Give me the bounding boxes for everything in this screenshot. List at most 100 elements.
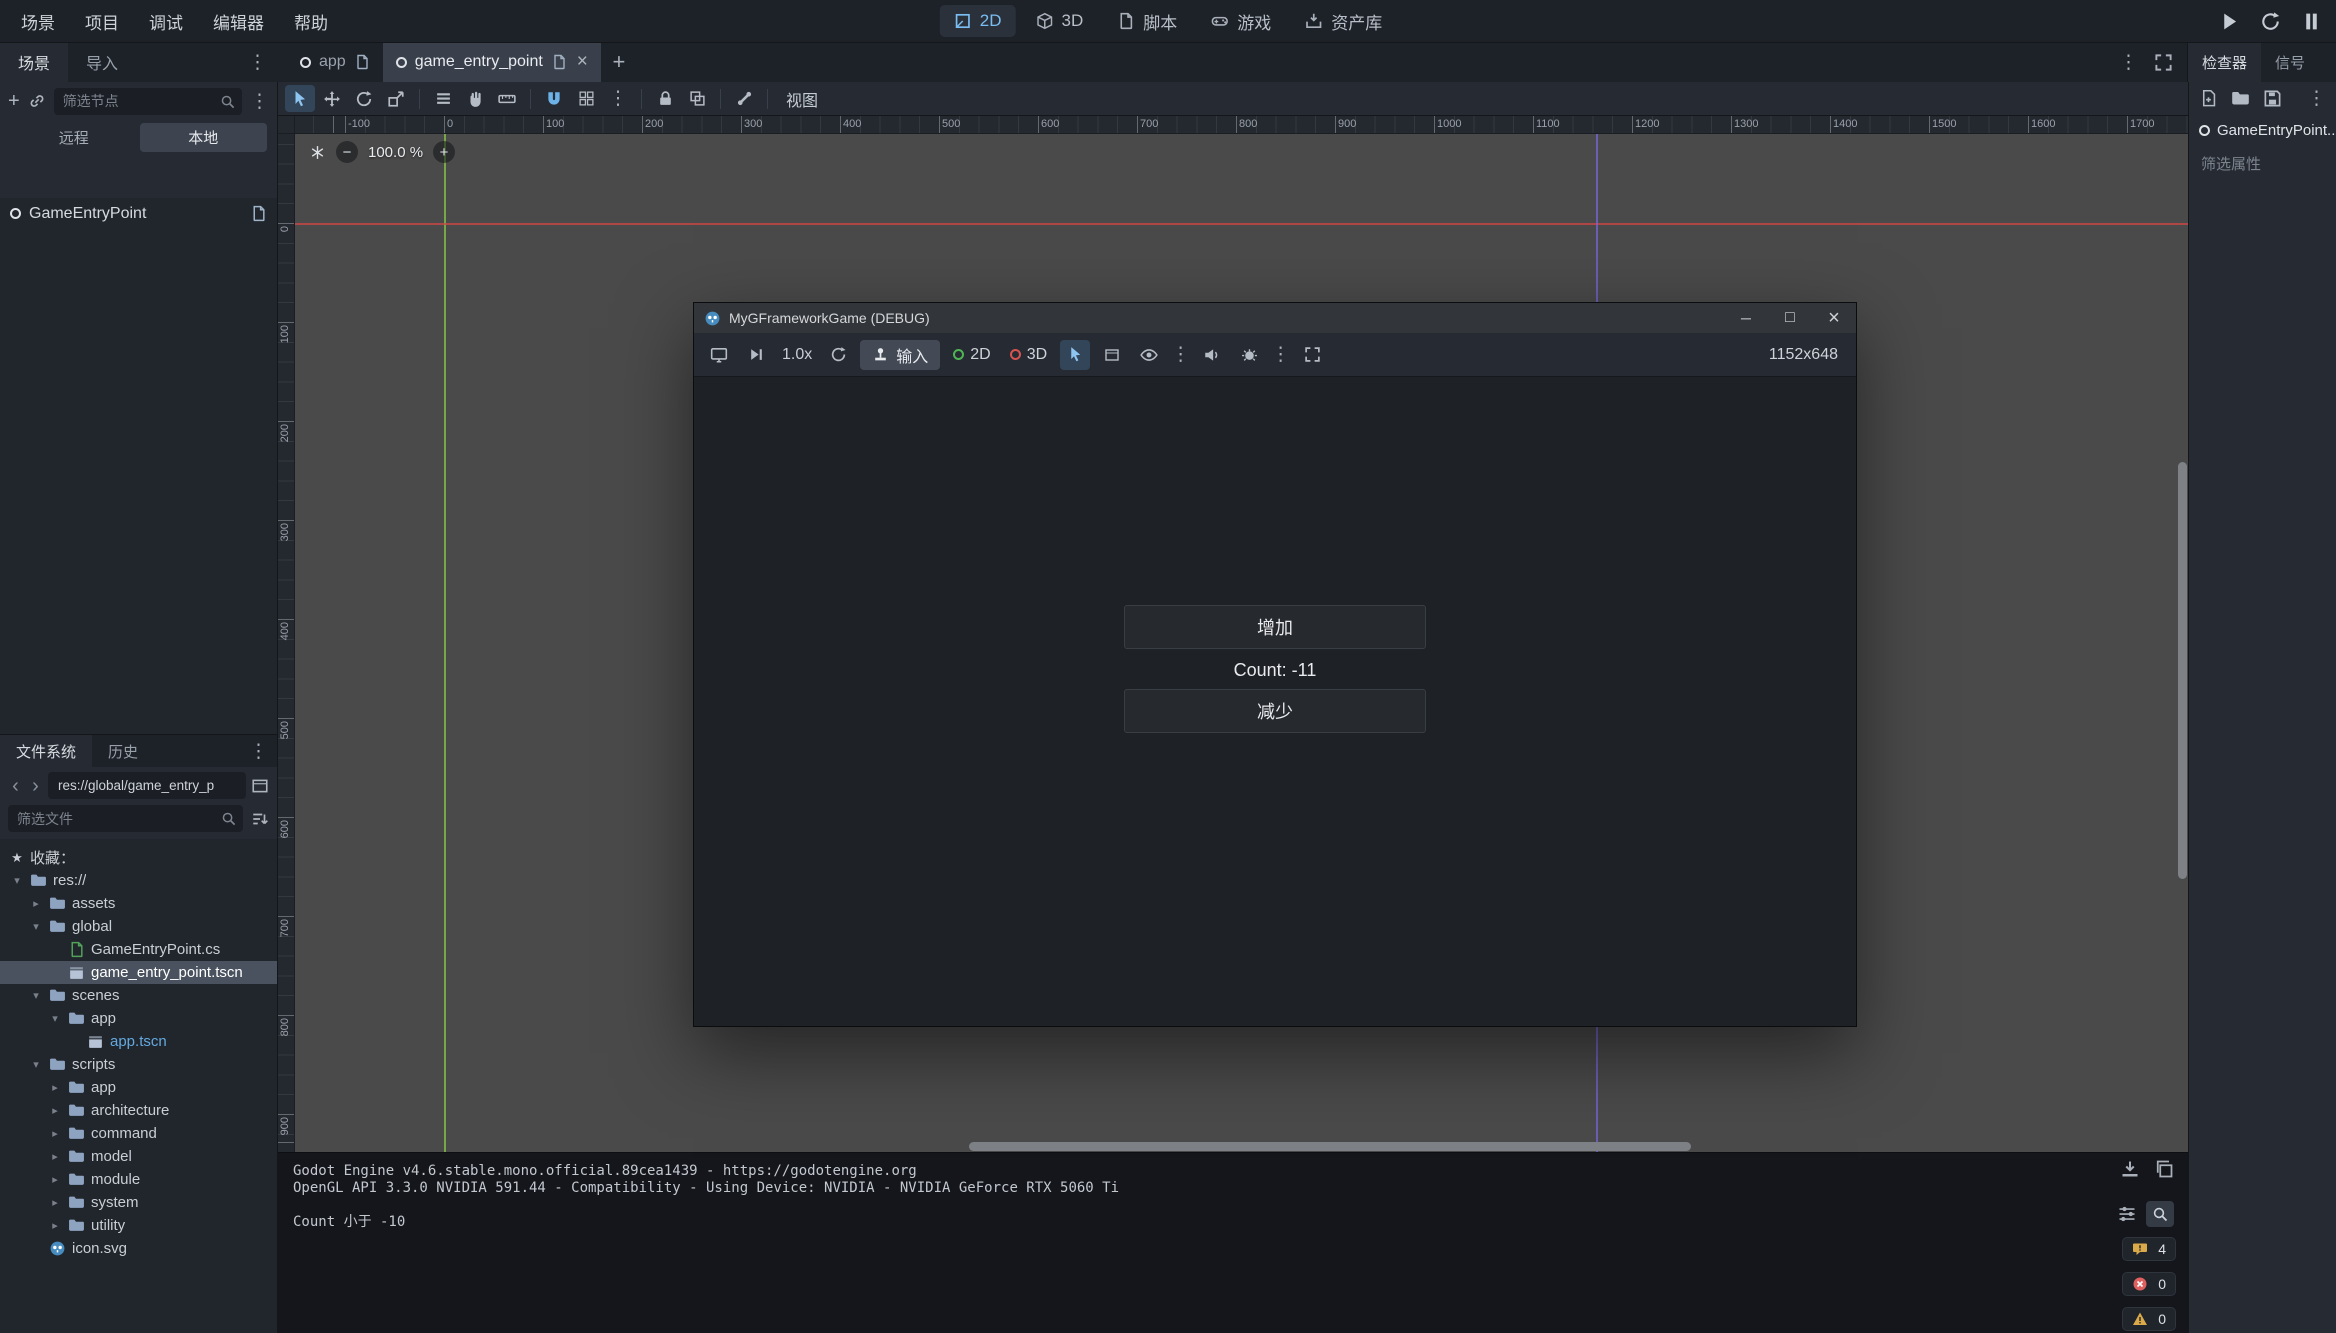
fs-item-module[interactable]: ▸ module	[0, 1168, 277, 1191]
errors-counter[interactable]: 0	[2122, 1272, 2176, 1296]
tab-import-dock[interactable]: 导入	[68, 42, 136, 82]
maximize-button[interactable]: □	[1768, 303, 1812, 333]
expand-arrow[interactable]: ▾	[10, 874, 24, 887]
selection-visibility-button[interactable]	[1134, 340, 1164, 370]
expand-arrow[interactable]: ▸	[48, 1127, 62, 1140]
embed-fullscreen-button[interactable]	[1297, 340, 1327, 370]
ruler-corner[interactable]	[277, 116, 295, 134]
minimize-button[interactable]: ─	[1724, 303, 1768, 333]
decrease-button[interactable]: 减少	[1124, 689, 1426, 733]
expand-arrow[interactable]: ▸	[48, 1196, 62, 1209]
suspend-game-button[interactable]	[704, 340, 734, 370]
vertical-scrollbar[interactable]	[2178, 462, 2187, 879]
expand-arrow[interactable]: ▸	[48, 1104, 62, 1117]
fs-item-scenes[interactable]: ▾ scenes	[0, 984, 277, 1007]
workspace-assetlib-button[interactable]: 资产库	[1291, 5, 1396, 37]
fs-item-system[interactable]: ▸ system	[0, 1191, 277, 1214]
fs-item-model[interactable]: ▸ model	[0, 1145, 277, 1168]
time-scale-label[interactable]: 1.0x	[778, 346, 816, 364]
tab-scene-dock[interactable]: 场景	[0, 42, 68, 82]
expand-arrow[interactable]: ▾	[29, 920, 43, 933]
camera-3d-button[interactable]: 3D	[1004, 346, 1053, 364]
tab-filesystem[interactable]: 文件系统	[0, 735, 92, 767]
workspace-3d-button[interactable]: 3D	[1022, 5, 1098, 37]
node-select-mode-button[interactable]	[1060, 340, 1090, 370]
scroll-to-end-icon[interactable]	[2120, 1159, 2140, 1179]
filter-settings-icon[interactable]	[2117, 1204, 2137, 1224]
attached-script-icon[interactable]	[250, 205, 267, 222]
fs-item-scripts[interactable]: ▾ scripts	[0, 1053, 277, 1076]
close-tab-icon[interactable]: ×	[577, 51, 588, 73]
smart-snap-button[interactable]	[539, 85, 569, 112]
filesystem-menu-icon[interactable]: ⋮	[249, 742, 277, 761]
menu-help[interactable]: 帮助	[279, 0, 343, 42]
fs-item-app-folder[interactable]: ▾ app	[0, 1007, 277, 1030]
scene-tree-root-node[interactable]: GameEntryPoint	[0, 198, 277, 229]
local-button[interactable]: 本地	[140, 123, 268, 152]
fs-item-command[interactable]: ▸ command	[0, 1122, 277, 1145]
menu-debug[interactable]: 调试	[134, 0, 198, 42]
expand-arrow[interactable]: ▾	[29, 1058, 43, 1071]
tab-signals[interactable]: 信号	[2261, 42, 2319, 82]
vertical-ruler[interactable]: 0 100 200 300 400 500 600 700 800 900	[277, 134, 295, 1152]
warnings-counter[interactable]: 0	[2122, 1307, 2176, 1331]
expand-arrow[interactable]: ▸	[48, 1081, 62, 1094]
menu-editor[interactable]: 编辑器	[198, 0, 279, 42]
grid-snap-button[interactable]	[571, 85, 601, 112]
fs-item-game-entry-point-tscn[interactable]: game_entry_point.tscn	[0, 961, 277, 984]
debug-menu-icon[interactable]: ⋮	[1271, 345, 1290, 364]
split-dock-button[interactable]	[251, 777, 269, 795]
add-node-button[interactable]: +	[8, 90, 20, 113]
view-gizmo-icon[interactable]	[309, 144, 326, 161]
sort-files-button[interactable]	[251, 810, 269, 828]
skeleton-options-button[interactable]	[729, 85, 759, 112]
snap-options-button[interactable]: ⋮	[603, 85, 633, 112]
fs-favorites[interactable]: ★ 收藏：	[0, 846, 277, 869]
scene-tab-game-entry-point[interactable]: game_entry_point ×	[383, 42, 601, 82]
file-tree[interactable]: ★ 收藏： ▾ res:// ▸ assets ▾ global Ga	[0, 839, 277, 1333]
select-options-menu-icon[interactable]: ⋮	[1171, 345, 1190, 364]
forward-icon[interactable]: ›	[28, 776, 43, 796]
new-scene-tab-button[interactable]: +	[601, 42, 637, 82]
pan-tool-button[interactable]	[460, 85, 490, 112]
scene-tree[interactable]: GameEntryPoint	[0, 198, 277, 734]
game-window-titlebar[interactable]: MyGFrameworkGame (DEBUG) ─ □ ×	[694, 303, 1856, 333]
game-debug-window[interactable]: MyGFrameworkGame (DEBUG) ─ □ × 1.0x 输入 2…	[693, 302, 1857, 1027]
workspace-game-button[interactable]: 游戏	[1197, 5, 1285, 37]
increase-button[interactable]: 增加	[1124, 605, 1426, 649]
node-filter-input[interactable]	[61, 92, 214, 110]
current-path-input[interactable]	[56, 777, 238, 794]
lock-object-button[interactable]	[650, 85, 680, 112]
game-viewport[interactable]: 增加 Count: -11 减少	[694, 377, 1856, 1026]
ruler-tool-button[interactable]	[492, 85, 522, 112]
save-resource-icon[interactable]	[2263, 89, 2282, 108]
scene-dock-menu-icon[interactable]: ⋮	[250, 92, 269, 111]
expand-arrow[interactable]: ▸	[48, 1150, 62, 1163]
file-filter-input[interactable]	[15, 810, 215, 828]
fs-item-assets[interactable]: ▸ assets	[0, 892, 277, 915]
zoom-level[interactable]: 100.0 %	[368, 144, 423, 161]
fs-item-scripts-app[interactable]: ▸ app	[0, 1076, 277, 1099]
copy-icon[interactable]	[2154, 1159, 2174, 1179]
expand-arrow[interactable]: ▸	[48, 1173, 62, 1186]
play-icon[interactable]	[2219, 11, 2240, 32]
rotate-tool-button[interactable]	[349, 85, 379, 112]
expand-arrow[interactable]: ▸	[48, 1219, 62, 1232]
fs-item-app-tscn[interactable]: app.tscn	[0, 1030, 277, 1053]
expand-arrow[interactable]: ▸	[29, 897, 43, 910]
expand-arrow[interactable]: ▾	[48, 1012, 62, 1025]
instance-scene-button[interactable]	[28, 92, 46, 110]
fs-item-icon-svg[interactable]: icon.svg	[0, 1237, 277, 1260]
scene-tabs-menu-icon[interactable]: ⋮	[2119, 53, 2138, 72]
camera-2d-button[interactable]: 2D	[947, 346, 996, 364]
audio-mute-button[interactable]	[1197, 340, 1227, 370]
fs-item-res[interactable]: ▾ res://	[0, 869, 277, 892]
restart-icon[interactable]	[2260, 11, 2281, 32]
input-mode-button[interactable]: 输入	[860, 340, 940, 370]
back-icon[interactable]: ‹	[8, 776, 23, 796]
property-filter[interactable]: 筛选属性	[2189, 143, 2336, 184]
fs-item-utility[interactable]: ▸ utility	[0, 1214, 277, 1237]
move-tool-button[interactable]	[317, 85, 347, 112]
fs-item-gameentrypoint-cs[interactable]: GameEntryPoint.cs	[0, 938, 277, 961]
workspace-2d-button[interactable]: 2D	[940, 5, 1016, 37]
